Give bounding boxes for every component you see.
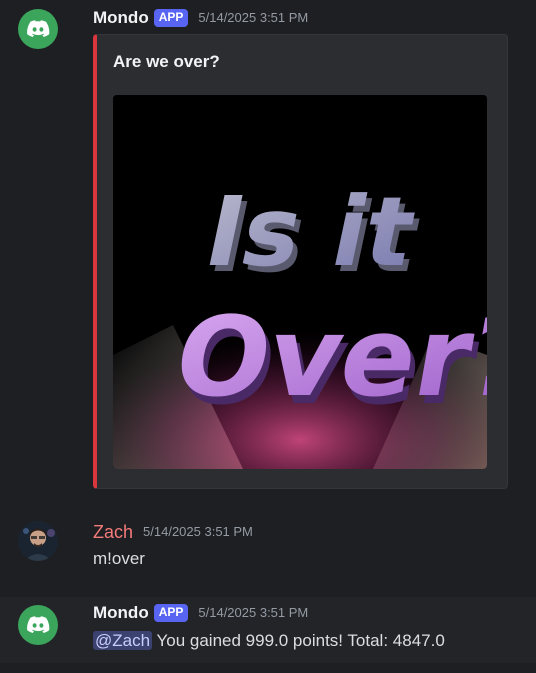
message-mondo-embed: Mondo APP 5/14/2025 3:51 PM Are we over? <box>0 0 536 500</box>
embed-card: Are we over? Is it Is it Over? Over? <box>93 34 508 489</box>
message-mondo-reply: Mondo APP 5/14/2025 3:51 PM @Zach You ga… <box>0 597 536 663</box>
mondo-avatar[interactable] <box>18 9 58 49</box>
message-content: @Zach You gained 999.0 points! Total: 48… <box>93 630 445 652</box>
message-header: Zach 5/14/2025 3:51 PM <box>93 521 253 543</box>
message-timestamp[interactable]: 5/14/2025 3:51 PM <box>198 7 308 29</box>
is-it-over-image: Is it Is it Over? Over? <box>113 95 487 469</box>
author-name[interactable]: Zach <box>93 521 133 543</box>
user-photo-avatar <box>18 521 58 561</box>
user-mention[interactable]: @Zach <box>93 631 153 650</box>
message-header: Mondo APP 5/14/2025 3:51 PM <box>93 7 308 29</box>
app-badge: APP <box>153 604 189 622</box>
embed-title: Are we over? <box>113 52 220 71</box>
discord-logo-icon <box>27 20 50 37</box>
image-line-1: Is it <box>196 176 425 288</box>
message-timestamp[interactable]: 5/14/2025 3:51 PM <box>143 521 253 543</box>
message-header: Mondo APP 5/14/2025 3:51 PM <box>93 602 308 624</box>
embed-image[interactable]: Is it Is it Over? Over? <box>113 95 487 469</box>
image-line-2: Over? <box>165 294 487 422</box>
zach-avatar[interactable] <box>18 521 58 561</box>
discord-logo-icon <box>27 616 50 633</box>
message-text: You gained 999.0 points! Total: 4847.0 <box>152 631 445 650</box>
app-badge: APP <box>153 9 189 27</box>
author-name[interactable]: Mondo <box>93 7 149 29</box>
message-zach: Zach 5/14/2025 3:51 PM m!over <box>0 510 536 590</box>
mondo-avatar[interactable] <box>18 605 58 645</box>
message-content: m!over <box>93 549 145 568</box>
message-timestamp[interactable]: 5/14/2025 3:51 PM <box>198 602 308 624</box>
chat-log: Mondo APP 5/14/2025 3:51 PM Are we over? <box>0 0 536 673</box>
author-name[interactable]: Mondo <box>93 602 149 624</box>
